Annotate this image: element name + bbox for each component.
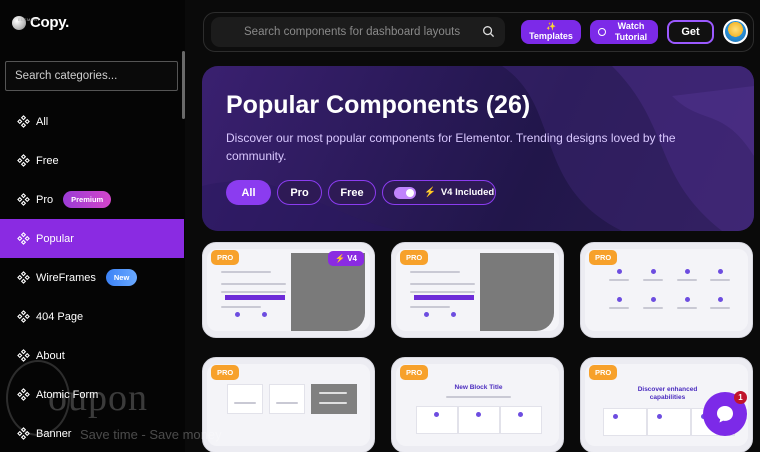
pro-badge: PRO — [589, 365, 618, 380]
image-placeholder — [311, 384, 357, 414]
diamond-grid-icon — [17, 349, 30, 362]
diamond-grid-icon — [17, 232, 30, 245]
sidebar-item-label: Atomic Form — [36, 388, 99, 401]
filter-all-button[interactable]: All — [226, 180, 271, 205]
tutorial-label: Tutorial — [614, 32, 648, 42]
templates-label: Templates — [529, 31, 573, 41]
page-title: Popular Components (26) — [226, 91, 531, 119]
premium-badge: Premium — [63, 191, 112, 208]
sidebar-item-about[interactable]: About — [0, 336, 184, 375]
component-card[interactable]: New Block Title PRO — [391, 357, 564, 452]
diamond-grid-icon — [17, 154, 30, 167]
diamond-grid-icon — [17, 193, 30, 206]
watch-label: Watch — [617, 21, 645, 31]
lightning-icon: ⚡ — [424, 187, 436, 198]
lightning-icon: ⚡ — [335, 254, 346, 263]
pro-badge: PRO — [211, 250, 240, 265]
sidebar-item-label: 404 Page — [36, 310, 84, 323]
hero-banner: Popular Components (26) Discover our mos… — [202, 66, 754, 231]
get-button[interactable]: Get — [667, 20, 714, 44]
sidebar-item-label: Free — [36, 154, 59, 167]
brand-sub: ELEMENT — [18, 17, 41, 22]
component-card[interactable]: PRO — [580, 242, 753, 338]
play-circle-icon — [598, 28, 606, 36]
sidebar-item-404-page[interactable]: 404 Page — [0, 297, 184, 336]
v4-badge-label: V4 — [347, 254, 357, 263]
sidebar-item-label: Pro — [36, 193, 54, 206]
diamond-grid-icon — [17, 310, 30, 323]
sidebar-item-pro[interactable]: Pro Premium — [0, 180, 184, 219]
sidebar-item-banner[interactable]: Banner — [0, 414, 184, 452]
new-badge: New — [105, 269, 138, 286]
templates-button[interactable]: ✨ Templates — [521, 20, 581, 44]
component-card[interactable]: PRO ⚡ V4 — [202, 242, 375, 338]
component-card[interactable]: PRO — [202, 357, 375, 452]
filter-pro-button[interactable]: Pro — [277, 180, 322, 205]
pro-badge: PRO — [400, 365, 429, 380]
v4-included-toggle[interactable]: ⚡ V4 Included — [382, 180, 496, 205]
sidebar-item-label: Popular — [36, 232, 74, 245]
sidebar-item-atomic-form[interactable]: Atomic Form — [0, 375, 184, 414]
filter-free-button[interactable]: Free — [328, 180, 376, 205]
sidebar-item-popular[interactable]: Popular — [0, 219, 184, 258]
pro-badge: PRO — [400, 250, 429, 265]
avatar[interactable] — [723, 19, 748, 44]
sidebar-item-all[interactable]: All — [0, 102, 184, 141]
sidebar-item-wireframes[interactable]: WireFrames New — [0, 258, 184, 297]
card-heading: New Block Title — [454, 384, 503, 391]
sidebar-item-label: WireFrames — [36, 271, 96, 284]
chat-bubble-icon — [717, 406, 733, 423]
sidebar-item-label: Banner — [36, 427, 72, 440]
search-icon[interactable] — [482, 25, 495, 38]
image-placeholder — [480, 253, 554, 331]
sparkle-icon: ✨ — [546, 22, 556, 31]
diamond-grid-icon — [17, 427, 30, 440]
diamond-grid-icon — [17, 388, 30, 401]
diamond-grid-icon — [17, 271, 30, 284]
component-search-input[interactable] — [244, 26, 472, 38]
watch-tutorial-button[interactable]: Watch Tutorial — [590, 20, 658, 44]
sidebar: Copy. ELEMENT All Free Pro Premium Popul… — [0, 0, 185, 452]
v4-label: V4 Included — [440, 187, 495, 198]
category-search-input[interactable] — [5, 61, 178, 91]
toggle-switch[interactable] — [394, 186, 416, 199]
category-nav: All Free Pro Premium Popular WireFrames … — [0, 102, 184, 452]
sidebar-item-label: About — [36, 349, 65, 362]
pro-badge: PRO — [211, 365, 240, 380]
component-search[interactable] — [211, 17, 505, 47]
diamond-grid-icon — [17, 115, 30, 128]
v4-badge: ⚡ V4 — [328, 251, 364, 266]
chat-unread-badge: 1 — [734, 391, 747, 404]
pro-badge: PRO — [589, 250, 618, 265]
component-card[interactable]: PRO — [391, 242, 564, 338]
sidebar-item-free[interactable]: Free — [0, 141, 184, 180]
sidebar-item-label: All — [36, 115, 49, 128]
page-description: Discover our most popular components for… — [226, 131, 676, 163]
